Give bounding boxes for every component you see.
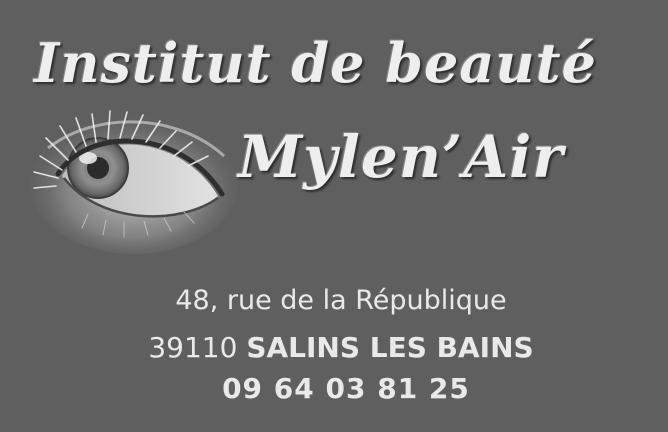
city-name: SALINS LES BAINS	[246, 331, 534, 364]
phone-number: 09 64 03 81 25	[222, 372, 470, 405]
eye-illustration	[30, 110, 238, 254]
business-card: Institut de beauté Mylen’Air 48, rue de …	[0, 0, 668, 432]
city-line: 39110 SALINS LES BAINS	[0, 330, 668, 366]
street-address: 48, rue de la République	[175, 285, 507, 316]
postal-code: 39110	[148, 331, 238, 364]
title-line-2: Mylen’Air	[238, 123, 564, 191]
title-line-1: Institut de beauté	[34, 31, 597, 95]
